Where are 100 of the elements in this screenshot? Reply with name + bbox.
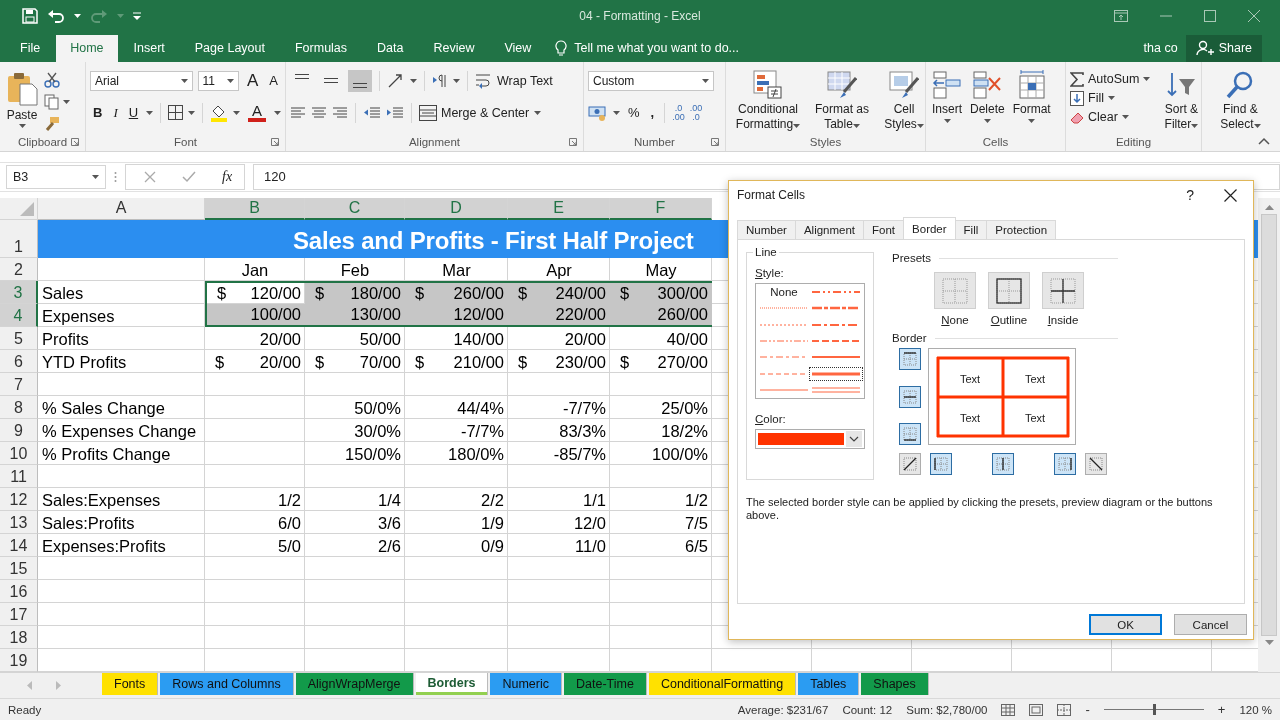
undo-icon[interactable] bbox=[47, 8, 65, 23]
sheet-cell[interactable]: $ 260/00 bbox=[405, 280, 508, 304]
italic-button[interactable]: I bbox=[110, 104, 121, 121]
row-header[interactable]: 11 bbox=[0, 464, 38, 488]
collapse-ribbon-icon[interactable] bbox=[1258, 136, 1270, 145]
sheet-cell[interactable]: $ 180/00 bbox=[305, 280, 405, 304]
sheet-cell[interactable]: Sales bbox=[38, 280, 205, 304]
row-header[interactable]: 17 bbox=[0, 602, 38, 626]
sheet-tab[interactable]: Shapes bbox=[861, 673, 929, 696]
zoom-out-button[interactable]: - bbox=[1085, 702, 1090, 718]
preset-button[interactable] bbox=[1042, 272, 1084, 309]
row-header[interactable]: 6 bbox=[0, 349, 38, 373]
sheet-cell[interactable]: 260/00 bbox=[610, 303, 712, 327]
format-painter-icon[interactable] bbox=[44, 115, 60, 132]
sheet-cell[interactable]: Expenses bbox=[38, 303, 205, 327]
sheet-cell[interactable]: 40/00 bbox=[610, 326, 712, 350]
line-style-option[interactable] bbox=[810, 367, 862, 380]
sheet-cell[interactable]: 12/0 bbox=[508, 510, 610, 534]
ribbon-tab[interactable]: Review bbox=[419, 34, 489, 62]
line-style-option[interactable]: None bbox=[770, 286, 798, 299]
style-button[interactable]: Format as Table bbox=[810, 69, 874, 132]
style-button[interactable]: Conditional Formatting bbox=[730, 69, 806, 132]
help-button[interactable]: ? bbox=[1186, 187, 1194, 203]
sheet-cell[interactable]: Profits bbox=[38, 326, 205, 350]
decrease-indent-icon[interactable] bbox=[363, 105, 381, 120]
cells-button[interactable]: Insert bbox=[930, 69, 964, 123]
zoom-level[interactable]: 120 % bbox=[1239, 703, 1272, 716]
sheet-cell[interactable]: 6/5 bbox=[610, 533, 712, 557]
sheet-cell[interactable]: % Profits Change bbox=[38, 441, 205, 465]
sheet-cell[interactable]: 120/00 bbox=[405, 303, 508, 327]
cells-button[interactable]: Delete bbox=[968, 69, 1007, 123]
caret-icon[interactable] bbox=[74, 13, 81, 18]
color-picker[interactable] bbox=[755, 429, 865, 449]
align-center-icon[interactable] bbox=[311, 105, 327, 120]
row-header[interactable]: 15 bbox=[0, 556, 38, 580]
fill-color-icon[interactable] bbox=[210, 103, 229, 122]
orientation-icon[interactable] bbox=[387, 72, 405, 89]
font-size-field[interactable]: 11 bbox=[197, 70, 239, 91]
border-button[interactable] bbox=[899, 385, 921, 408]
sheet-cell[interactable]: % Expenses Change bbox=[38, 418, 205, 442]
autosum-button[interactable]: AutoSum bbox=[1070, 71, 1151, 87]
border-button[interactable] bbox=[899, 423, 921, 445]
currency-icon[interactable] bbox=[588, 104, 608, 121]
sheet-tab[interactable]: ConditionalFormatting bbox=[648, 673, 797, 696]
sheet-cell[interactable]: 50/0% bbox=[305, 395, 405, 419]
vertical-align-button[interactable] bbox=[348, 69, 372, 92]
copy-icon[interactable] bbox=[44, 93, 60, 110]
grow-font-button[interactable]: A bbox=[244, 70, 262, 91]
merge-center-button[interactable]: Merge & Center bbox=[419, 104, 530, 121]
ribbon-tab[interactable]: Home bbox=[56, 34, 118, 62]
sheet-cell[interactable]: YTD Profits bbox=[38, 349, 205, 373]
border-preview[interactable]: Text Text Text Text bbox=[928, 348, 1076, 445]
clear-button[interactable]: Clear bbox=[1070, 109, 1151, 125]
font-name-field[interactable]: Arial bbox=[90, 70, 193, 91]
row-header[interactable]: 12 bbox=[0, 487, 38, 511]
sheet-cell[interactable]: 130/00 bbox=[305, 303, 405, 327]
sheet-cell[interactable]: 44/4% bbox=[405, 395, 508, 419]
sheet-cell[interactable]: 6/0 bbox=[205, 510, 305, 534]
increase-decimal-button[interactable]: .0 .00 bbox=[672, 103, 685, 122]
tell-me-field[interactable]: Tell me what you want to do... bbox=[572, 40, 897, 57]
column-header[interactable]: D bbox=[405, 197, 508, 220]
cells-button[interactable]: Format bbox=[1010, 69, 1053, 123]
wrap-text-button[interactable]: Wrap Text bbox=[475, 72, 553, 89]
sheet-tab[interactable]: Borders bbox=[415, 673, 489, 696]
increase-indent-icon[interactable] bbox=[386, 105, 404, 120]
sheet-cell[interactable]: -7/7% bbox=[405, 418, 508, 442]
sheet-cell[interactable]: 150/0% bbox=[305, 441, 405, 465]
sort-filter-button[interactable]: Sort & Filter bbox=[1154, 69, 1209, 132]
row-header[interactable]: 1 bbox=[0, 219, 38, 258]
percent-button[interactable]: % bbox=[625, 105, 643, 121]
sheet-cell[interactable]: 25/0% bbox=[610, 395, 712, 419]
cancel-icon[interactable] bbox=[144, 170, 156, 183]
sheet-cell[interactable]: Expenses:Profits bbox=[38, 533, 205, 557]
row-header[interactable]: 10 bbox=[0, 441, 38, 465]
ribbon-tab[interactable]: View bbox=[490, 34, 546, 62]
sheet-tab[interactable]: Tables bbox=[798, 673, 860, 696]
preset-button[interactable] bbox=[988, 272, 1030, 309]
sheet-tab[interactable]: Rows and Columns bbox=[160, 673, 294, 696]
sheet-cell[interactable]: 140/00 bbox=[405, 326, 508, 350]
sheet-cell[interactable]: $ 20/00 bbox=[205, 349, 305, 373]
sheet-cell[interactable]: 3/6 bbox=[305, 510, 405, 534]
column-header[interactable]: A bbox=[38, 197, 205, 220]
border-button[interactable] bbox=[930, 453, 952, 475]
bold-button[interactable]: B bbox=[90, 105, 106, 121]
column-header[interactable]: F bbox=[610, 197, 712, 220]
sheet-tab[interactable]: Numeric bbox=[490, 673, 562, 696]
sheet-cell[interactable]: 20/00 bbox=[205, 326, 305, 350]
dialog-tab[interactable]: Alignment bbox=[794, 220, 865, 239]
maximize-icon[interactable] bbox=[1204, 9, 1216, 22]
sheet-cell[interactable]: $ 270/00 bbox=[610, 349, 712, 373]
sheet-cell[interactable]: 1/2 bbox=[610, 487, 712, 511]
sheet-cell[interactable]: 100/00 bbox=[205, 303, 305, 327]
row-header[interactable]: 8 bbox=[0, 395, 38, 419]
sheet-cell[interactable]: 20/00 bbox=[508, 326, 610, 350]
dialog-tab[interactable]: Protection bbox=[986, 220, 1057, 239]
style-button[interactable]: Cell Styles bbox=[878, 69, 930, 132]
number-format-field[interactable]: Custom bbox=[588, 70, 714, 91]
close-icon[interactable] bbox=[1224, 188, 1237, 202]
find-select-button[interactable]: Find & Select bbox=[1212, 69, 1269, 132]
sheet-cell[interactable]: Apr bbox=[508, 257, 610, 281]
